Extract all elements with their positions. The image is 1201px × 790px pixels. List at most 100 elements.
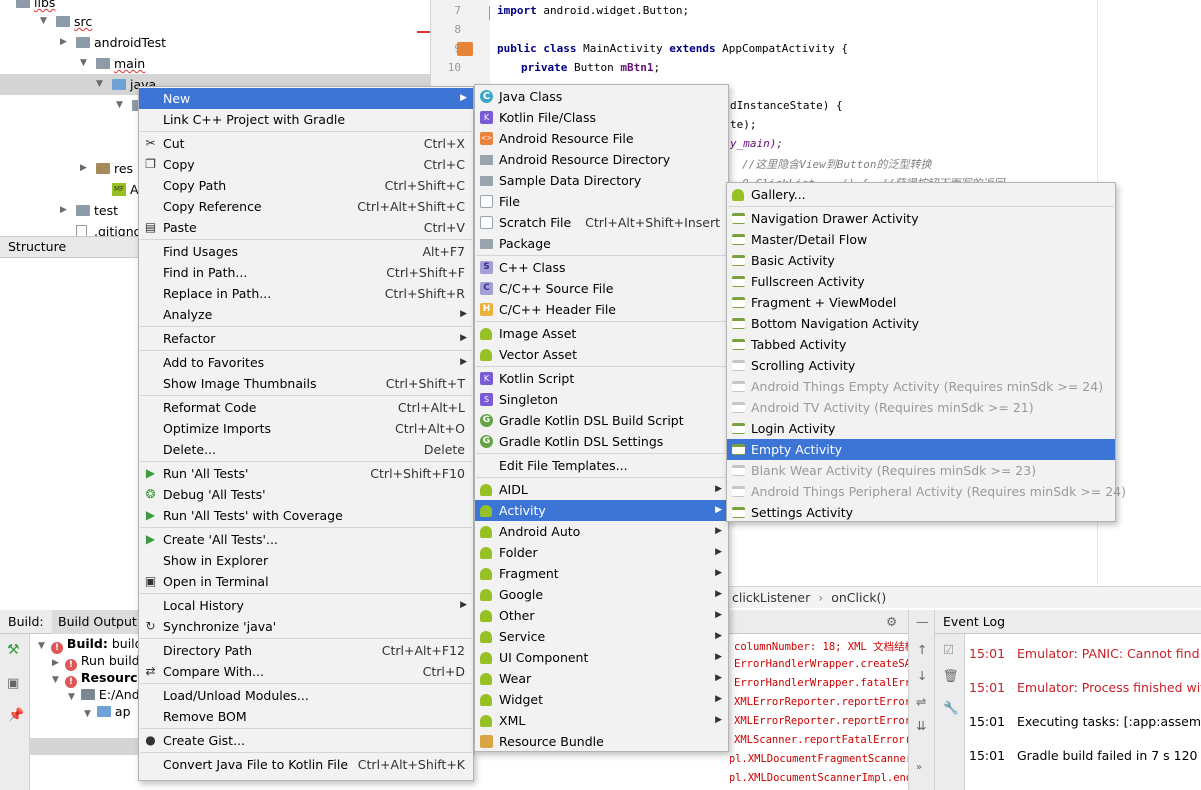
menu-item-remove-bom[interactable]: Remove BOM [139,706,473,727]
menu-item-wear[interactable]: Wear ▶ [475,668,728,689]
menu-item-copy-path[interactable]: Copy Path Ctrl+Shift+C [139,175,473,196]
menu-item-android-auto[interactable]: Android Auto ▶ [475,521,728,542]
menu-item-google[interactable]: Google ▶ [475,584,728,605]
scroll-to-end-icon[interactable]: ⇊ [916,718,926,733]
menu-item-aidl[interactable]: AIDL ▶ [475,479,728,500]
event-log[interactable]: 15:01 Emulator: PANIC: Cannot find AV 15:0… [965,634,1201,790]
event-message[interactable]: Emulator: Process finished with [1017,680,1201,695]
menu-item-resource-bundle[interactable]: Resource Bundle [475,731,728,752]
arrow-up-icon[interactable]: ↑ [917,642,927,657]
menu-item-new[interactable]: New ▶ [139,88,473,109]
menu-item-gradle-kotlin-dsl-build-script[interactable]: G Gradle Kotlin DSL Build Script [475,410,728,431]
console-output[interactable]: columnNumber: 18; XML 文档结构 ErrorHandlerWr… [730,634,908,790]
menu-item-delete[interactable]: Delete... Delete [139,439,473,460]
menu-item-c-class[interactable]: S C++ Class [475,257,728,278]
breadcrumb-item[interactable]: clickListener [732,590,810,605]
menu-item-paste[interactable]: ▤ Paste Ctrl+V [139,217,473,238]
menu-item-fragment-viewmodel[interactable]: Fragment + ViewModel [727,292,1115,313]
menu-item-create-gist[interactable]: ● Create Gist... [139,730,473,751]
event-message[interactable]: Executing tasks: [:app:assemble [1017,714,1201,729]
menu-item-find-usages[interactable]: Find Usages Alt+F7 [139,241,473,262]
menu-item-ui-component[interactable]: UI Component ▶ [475,647,728,668]
menu-item-cut[interactable]: ✂ Cut Ctrl+X [139,133,473,154]
menu-item-debug-all-tests[interactable]: ❂ Debug 'All Tests' [139,484,473,505]
menu-item-replace-in-path[interactable]: Replace in Path... Ctrl+Shift+R [139,283,473,304]
build-row[interactable]: ▶! Run build [52,652,140,671]
menu-item-run-all-tests-with-coverage[interactable]: ▶ Run 'All Tests' with Coverage [139,505,473,526]
mark-read-icon[interactable]: ☑ [943,642,954,657]
menu-item-directory-path[interactable]: Directory Path Ctrl+Alt+F12 [139,640,473,661]
menu-item-service[interactable]: Service ▶ [475,626,728,647]
more-icon[interactable]: » [916,762,922,773]
menu-item-login-activity[interactable]: Login Activity [727,418,1115,439]
tree-item[interactable]: ▼ main [0,53,430,74]
tree-item[interactable]: ▶ androidTest [0,32,430,53]
menu-item-other[interactable]: Other ▶ [475,605,728,626]
menu-item-local-history[interactable]: Local History ▶ [139,595,473,616]
menu-item-gradle-kotlin-dsl-settings[interactable]: G Gradle Kotlin DSL Settings [475,431,728,452]
menu-item-scratch-file[interactable]: Scratch File Ctrl+Alt+Shift+Insert [475,212,728,233]
menu-item-edit-file-templates[interactable]: Edit File Templates... [475,455,728,476]
menu-item-convert-java-file-to-kotlin-file[interactable]: Convert Java File to Kotlin File Ctrl+Alt… [139,754,473,775]
menu-item-tabbed-activity[interactable]: Tabbed Activity [727,334,1115,355]
menu-item-optimize-imports[interactable]: Optimize Imports Ctrl+Alt+O [139,418,473,439]
layout-icon[interactable]: ▣ [7,676,19,691]
menu-item-basic-activity[interactable]: Basic Activity [727,250,1115,271]
menu-item-android-resource-file[interactable]: <> Android Resource File [475,128,728,149]
menu-item-activity[interactable]: Activity ▶ [475,500,728,521]
wrench-icon[interactable]: 🔧 [943,700,959,716]
menu-item-kotlin-script[interactable]: K Kotlin Script [475,368,728,389]
menu-item-c-c-header-file[interactable]: H C/C++ Header File [475,299,728,320]
menu-item-package[interactable]: Package [475,233,728,254]
menu-item-refactor[interactable]: Refactor ▶ [139,328,473,349]
arrow-down-icon[interactable]: ↓ [917,668,927,683]
hammer-icon[interactable]: ⚒ [7,642,20,658]
menu-item-add-to-favorites[interactable]: Add to Favorites ▶ [139,352,473,373]
menu-item-android-resource-directory[interactable]: Android Resource Directory [475,149,728,170]
menu-item-compare-with[interactable]: ⇄ Compare With... Ctrl+D [139,661,473,682]
minimize-icon[interactable]: — [916,614,929,629]
menu-item-fragment[interactable]: Fragment ▶ [475,563,728,584]
pin-icon[interactable]: 📌 [8,708,24,723]
menu-item-kotlin-file-class[interactable]: K Kotlin File/Class [475,107,728,128]
menu-item-open-in-terminal[interactable]: ▣ Open in Terminal [139,571,473,592]
menu-item-analyze[interactable]: Analyze ▶ [139,304,473,325]
menu-item-reformat-code[interactable]: Reformat Code Ctrl+Alt+L [139,397,473,418]
menu-item-navigation-drawer-activity[interactable]: Navigation Drawer Activity [727,208,1115,229]
event-message[interactable]: Gradle build failed in 7 s 120 m [1017,748,1201,763]
menu-item-gallery[interactable]: Gallery... [727,184,1115,205]
menu-item-show-image-thumbnails[interactable]: Show Image Thumbnails Ctrl+Shift+T [139,373,473,394]
menu-item-synchronize-java[interactable]: ↻ Synchronize 'java' [139,616,473,637]
gear-icon[interactable]: ⚙ [886,614,897,629]
menu-item-widget[interactable]: Widget ▶ [475,689,728,710]
menu-item-run-all-tests[interactable]: ▶ Run 'All Tests' Ctrl+Shift+F10 [139,463,473,484]
menu-item-image-asset[interactable]: Image Asset [475,323,728,344]
build-row[interactable]: ▼ ap [84,703,131,720]
menu-item-scrolling-activity[interactable]: Scrolling Activity [727,355,1115,376]
menu-item-sample-data-directory[interactable]: Sample Data Directory [475,170,728,191]
menu-item-find-in-path[interactable]: Find in Path... Ctrl+Shift+F [139,262,473,283]
menu-item-create-all-tests[interactable]: ▶ Create 'All Tests'... [139,529,473,550]
menu-item-folder[interactable]: Folder ▶ [475,542,728,563]
build-output-tab[interactable]: Build Output [52,610,143,634]
menu-item-singleton[interactable]: S Singleton [475,389,728,410]
menu-item-empty-activity[interactable]: Empty Activity [727,439,1115,460]
menu-item-settings-activity[interactable]: Settings Activity [727,502,1115,523]
menu-item-fullscreen-activity[interactable]: Fullscreen Activity [727,271,1115,292]
menu-item-c-c-source-file[interactable]: C C/C++ Source File [475,278,728,299]
menu-item-xml[interactable]: XML ▶ [475,710,728,731]
menu-item-show-in-explorer[interactable]: Show in Explorer [139,550,473,571]
build-row[interactable]: ▼! Resource [52,669,146,688]
tree-item[interactable]: ▼ src [0,11,430,32]
menu-item-java-class[interactable]: C Java Class [475,86,728,107]
menu-item-copy-reference[interactable]: Copy Reference Ctrl+Alt+Shift+C [139,196,473,217]
menu-item-link-c-project-with-gradle[interactable]: Link C++ Project with Gradle [139,109,473,130]
menu-item-vector-asset[interactable]: Vector Asset [475,344,728,365]
menu-item-file[interactable]: File [475,191,728,212]
menu-item-copy[interactable]: ❐ Copy Ctrl+C [139,154,473,175]
build-row[interactable]: ▼ E:/And [68,686,140,703]
event-message[interactable]: Emulator: PANIC: Cannot find AV [1017,646,1201,661]
menu-item-load-unload-modules[interactable]: Load/Unload Modules... [139,685,473,706]
soft-wrap-icon[interactable]: ⇌ [916,694,926,709]
trash-icon[interactable]: 🗑 [943,668,959,684]
